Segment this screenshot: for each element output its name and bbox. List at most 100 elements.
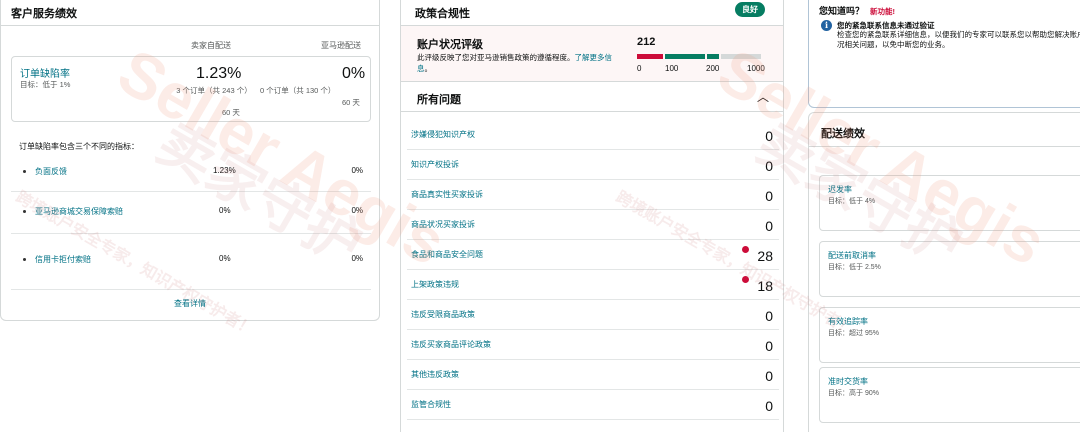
ship-metric-link[interactable]: 配送前取消率 <box>828 250 876 261</box>
ship-card-precancel: 配送前取消率 目标：低于 2.5% <box>819 241 1080 297</box>
new-feature-badge: 新功能! <box>870 7 896 16</box>
ahr-bar-segment-rest <box>721 54 761 59</box>
view-details-link[interactable]: 查看详情 <box>1 298 379 309</box>
metric-amazon-value: 0% <box>351 254 363 263</box>
odr-target: 目标：低于 1% <box>20 80 71 89</box>
ahr-desc-period: 。 <box>424 64 433 73</box>
ahr-tick-1000: 1000 <box>747 64 765 73</box>
ahr-bar-segment-critical <box>637 54 663 59</box>
ship-metric-link[interactable]: 准时交货率 <box>828 376 868 387</box>
issue-name-link[interactable]: 食品和商品安全问题 <box>411 249 483 260</box>
issue-name-link[interactable]: 知识产权投诉 <box>411 159 459 170</box>
customer-service-header: 客户服务绩效 <box>1 0 379 26</box>
ship-metric-link[interactable]: 迟发率 <box>828 184 852 195</box>
issue-name-link[interactable]: 商品状况买家投诉 <box>411 219 475 230</box>
issue-count: 0 <box>765 218 773 234</box>
odr-amazon-pct: 0% <box>342 65 366 82</box>
account-health-rating: 账户状况评级 此评级反映了您对亚马逊销售政策的遵循程度。了解更多信息。 212 … <box>401 26 783 82</box>
ahr-description: 此评级反映了您对亚马逊销售政策的遵循程度。了解更多信息。 <box>417 52 617 74</box>
issue-count: 28 <box>757 248 773 264</box>
issue-row: 知识产权投诉 0 <box>407 150 779 180</box>
odr-seller-days: 60 天 <box>222 108 240 117</box>
issue-count: 0 <box>765 158 773 174</box>
issue-count: 0 <box>765 368 773 384</box>
odr-includes-text: 订单缺陷率包含三个不同的指标： <box>19 142 139 151</box>
issue-count: 0 <box>765 338 773 354</box>
shipping-title: 配送绩效 <box>821 128 865 140</box>
alert-icon <box>742 276 749 283</box>
alert-body: 检查您的紧急联系详细信息，以便我们的专家可以联系您以帮助您解决账户状况相关问题，… <box>837 30 1080 49</box>
ship-metric-link[interactable]: 有效追踪率 <box>828 316 868 327</box>
metric-amazon-value: 0% <box>351 166 363 175</box>
metric-name-link[interactable]: 亚马逊商城交易保障索赔 <box>35 206 123 217</box>
metric-seller-value: 0% <box>219 206 231 215</box>
ahr-title: 账户状况评级 <box>417 39 483 51</box>
customer-service-title: 客户服务绩效 <box>11 8 77 20</box>
col-seller-fulfilled: 卖家自配送 <box>191 41 231 50</box>
did-you-know-panel: 您知道吗？ 新功能! i 您的紧急联系信息未通过验证 检查您的紧急联系详细信息，以… <box>808 0 1080 108</box>
ahr-tick-100: 100 <box>665 64 679 73</box>
did-you-know-label: 您知道吗？ <box>819 6 865 16</box>
customer-service-panel: 客户服务绩效 卖家自配送 亚马逊配送 订单缺陷率 目标：低于 1% 1.23% … <box>0 0 380 321</box>
alert-icon <box>742 246 749 253</box>
issue-count: 18 <box>757 278 773 294</box>
issue-name-link[interactable]: 违反受限商品政策 <box>411 309 475 320</box>
metric-row-negative-feedback: 负面反馈 1.23% 0% <box>11 158 371 192</box>
ship-card-on-time-delivery: 准时交货率 目标：高于 90% <box>819 367 1080 423</box>
metric-amazon-value: 0% <box>351 206 363 215</box>
issue-name-link[interactable]: 违反买家商品评论政策 <box>411 339 491 350</box>
issue-row: 违反买家商品评论政策 0 <box>407 330 779 360</box>
policy-compliance-panel: 政策合规性 良好 账户状况评级 此评级反映了您对亚马逊销售政策的遵循程度。了解更… <box>400 0 784 432</box>
shipping-performance-panel: 配送绩效 迟发率 目标：低于 4% 配送前取消率 目标：低于 2.5% 有效追踪… <box>808 112 1080 432</box>
ship-metric-target: 目标：低于 2.5% <box>828 264 881 271</box>
policy-title: 政策合规性 <box>415 8 470 20</box>
issue-name-link[interactable]: 商品真实性买家投诉 <box>411 189 483 200</box>
bullet <box>23 210 26 213</box>
issue-name-link[interactable]: 其他违反政策 <box>411 369 459 380</box>
ship-card-late-shipment: 迟发率 目标：低于 4% <box>819 175 1080 231</box>
all-issues-header[interactable]: 所有问题 ︿ <box>401 82 783 112</box>
ship-metric-target: 目标：高于 90% <box>828 390 879 397</box>
ahr-bar-segment-ok <box>665 54 705 59</box>
odr-amazon-orders: 0 个订单（共 130 个） <box>260 86 336 95</box>
issue-row: 食品和商品安全问题 28 <box>407 240 779 270</box>
odr-amazon-days: 60 天 <box>342 98 360 107</box>
ahr-score: 212 <box>637 36 656 48</box>
odr-seller-pct: 1.23% <box>196 65 242 82</box>
ship-metric-target: 目标：低于 4% <box>828 198 876 205</box>
issue-count: 0 <box>765 308 773 324</box>
policy-header: 政策合规性 良好 <box>401 0 783 26</box>
issue-name-link[interactable]: 涉嫌侵犯知识产权 <box>411 129 475 140</box>
ahr-tick-0: 0 <box>637 64 642 73</box>
issue-name-link[interactable]: 监管合规性 <box>411 399 451 410</box>
odr-seller-orders: 3 个订单（共 243 个） <box>176 86 252 95</box>
metric-row-a-to-z-claims: 亚马逊商城交易保障索赔 0% 0% <box>11 198 371 234</box>
issue-row: 监管合规性 0 <box>407 390 779 420</box>
bullet <box>23 258 26 261</box>
ahr-tick-200: 200 <box>706 64 720 73</box>
issue-row: 违反受限商品政策 0 <box>407 300 779 330</box>
ship-metric-target: 目标：超过 95% <box>828 330 879 337</box>
issue-count: 0 <box>765 188 773 204</box>
col-amazon-fulfilled: 亚马逊配送 <box>321 41 361 50</box>
issue-count: 0 <box>765 128 773 144</box>
issue-row: 涉嫌侵犯知识产权 0 <box>407 120 779 150</box>
status-badge: 良好 <box>735 2 765 17</box>
odr-link[interactable]: 订单缺陷率 <box>20 65 70 80</box>
issue-row: 上架政策违规 18 <box>407 270 779 300</box>
info-icon: i <box>821 20 832 31</box>
ahr-bar-segment-good <box>707 54 719 59</box>
metric-name-link[interactable]: 信用卡拒付索赔 <box>35 254 91 265</box>
issue-count: 0 <box>765 398 773 414</box>
shipping-header: 配送绩效 <box>809 113 1080 147</box>
bullet <box>23 170 26 173</box>
metric-name-link[interactable]: 负面反馈 <box>35 166 67 177</box>
issue-row: 商品真实性买家投诉 0 <box>407 180 779 210</box>
chevron-up-icon[interactable]: ︿ <box>757 88 769 105</box>
metric-row-chargeback-claims: 信用卡拒付索赔 0% 0% <box>11 246 371 290</box>
all-issues-title: 所有问题 <box>417 94 461 106</box>
issue-name-link[interactable]: 上架政策违规 <box>411 279 459 290</box>
metric-seller-value: 0% <box>219 254 231 263</box>
issue-row: 商品状况买家投诉 0 <box>407 210 779 240</box>
odr-card: 订单缺陷率 目标：低于 1% 1.23% 3 个订单（共 243 个） 60 天… <box>11 56 371 122</box>
